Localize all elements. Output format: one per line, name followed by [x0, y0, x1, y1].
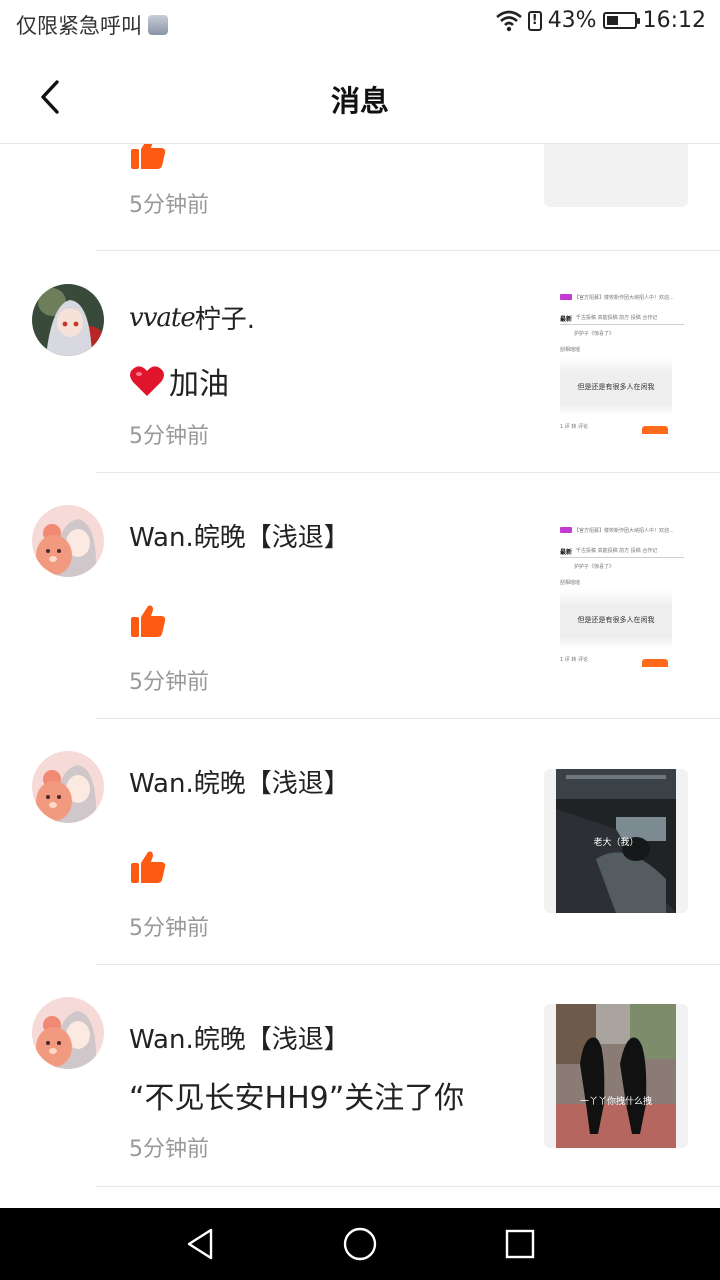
thumbs-up-icon	[131, 851, 166, 883]
video-thumbnail: 老大（我）	[556, 769, 676, 913]
message-item[interactable]: Wan.皖晚【浅退】 5分钟前 【官方招募】楼校新作团大纳招人中！欢迎... 最…	[0, 473, 720, 719]
carrier-text: 仅限紧急呼叫	[16, 14, 142, 38]
post-thumbnail[interactable]: 【官方招募】楼校新作团大纳招人中！欢迎... 最新 千古投稿 高能投稿 前方 投…	[544, 290, 688, 434]
page-title: 消息	[330, 84, 389, 118]
sender-name[interactable]: Wan.皖晚【浅退】	[129, 763, 350, 800]
square-recents-icon	[505, 1229, 535, 1259]
avatar[interactable]	[32, 284, 104, 356]
app-header: 消息	[0, 50, 720, 144]
nav-recents-button[interactable]	[500, 1224, 540, 1264]
sim-alert-icon: !	[527, 10, 542, 31]
circle-home-icon	[343, 1227, 377, 1261]
message-content	[129, 144, 167, 171]
avatar[interactable]	[32, 505, 104, 577]
thumbs-up-icon	[131, 144, 166, 169]
system-nav-bar	[0, 1208, 720, 1280]
message-time: 5分钟前	[129, 916, 209, 941]
message-time: 5分钟前	[129, 193, 209, 218]
message-time: 5分钟前	[129, 424, 209, 449]
screenshot-thumbnail: 【官方招募】楼校新作团大纳招人中！欢迎... 最新 千古投稿 高能投稿 前方 投…	[544, 290, 688, 434]
screenshot-thumbnail: 【官方招募】楼校新作团大纳招人中！欢迎... 最新 千古投稿 高能投稿 前方 投…	[544, 523, 688, 667]
status-bar: 仅限紧急呼叫 ! 43% 16:12	[0, 0, 720, 50]
post-thumbnail[interactable]: 一丫丫你拽什么拽	[544, 1004, 688, 1148]
status-right: ! 43% 16:12	[490, 8, 706, 33]
status-left: 仅限紧急呼叫	[16, 10, 168, 40]
message-item[interactable]: 5分钟前	[0, 144, 720, 251]
triangle-back-icon	[187, 1228, 213, 1260]
avatar-image	[32, 751, 104, 823]
divider	[96, 1186, 720, 1187]
battery-icon	[602, 12, 640, 29]
message-item[interactable]: Wan.皖晚【浅退】 5分钟前 老大（我）	[0, 719, 720, 965]
message-time: 5分钟前	[129, 1137, 209, 1162]
heart-icon	[130, 366, 164, 396]
thumbnail-caption: 一丫丫你拽什么拽	[579, 1097, 652, 1107]
message-content	[129, 603, 167, 639]
thumbnail-caption: 老大（我）	[593, 838, 639, 848]
thumbs-up-icon	[131, 605, 166, 637]
avatar[interactable]	[32, 751, 104, 823]
avatar-image	[32, 505, 104, 577]
message-list[interactable]: 5分钟前 vvate 柠子. 加油 5分钟前 【官方招募】楼校新作团大纳招人中！…	[0, 144, 720, 1208]
sender-name[interactable]: vvate 柠子.	[129, 299, 255, 336]
battery-percent: 43%	[547, 8, 597, 33]
message-time: 5分钟前	[129, 670, 209, 695]
clock: 16:12	[642, 8, 706, 33]
post-thumbnail[interactable]: 【官方招募】楼校新作团大纳招人中！欢迎... 最新 千古投稿 高能投稿 前方 投…	[544, 523, 688, 667]
avatar-image	[32, 997, 104, 1069]
nav-home-button[interactable]	[340, 1224, 380, 1264]
post-thumbnail[interactable]: 老大（我）	[544, 769, 688, 913]
message-content	[129, 849, 167, 885]
message-item[interactable]: vvate 柠子. 加油 5分钟前 【官方招募】楼校新作团大纳招人中！欢迎...…	[0, 251, 720, 473]
sender-name[interactable]: Wan.皖晚【浅退】	[129, 517, 350, 554]
message-content: “不见长安HH9”关注了你	[129, 1081, 465, 1116]
sender-name[interactable]: Wan.皖晚【浅退】	[129, 1019, 350, 1056]
photo-thumbnail: 一丫丫你拽什么拽	[556, 1004, 676, 1148]
avatar-image	[32, 284, 104, 356]
shield-icon	[148, 15, 168, 35]
post-thumbnail[interactable]	[544, 144, 688, 207]
message-item[interactable]: Wan.皖晚【浅退】 “不见长安HH9”关注了你 5分钟前 一丫丫你拽什么拽	[0, 965, 720, 1187]
nav-back-button[interactable]	[180, 1224, 220, 1264]
message-content: 加油	[129, 359, 229, 403]
wifi-icon	[495, 10, 522, 31]
handwriting-prefix: vvate	[129, 302, 196, 333]
avatar[interactable]	[32, 997, 104, 1069]
